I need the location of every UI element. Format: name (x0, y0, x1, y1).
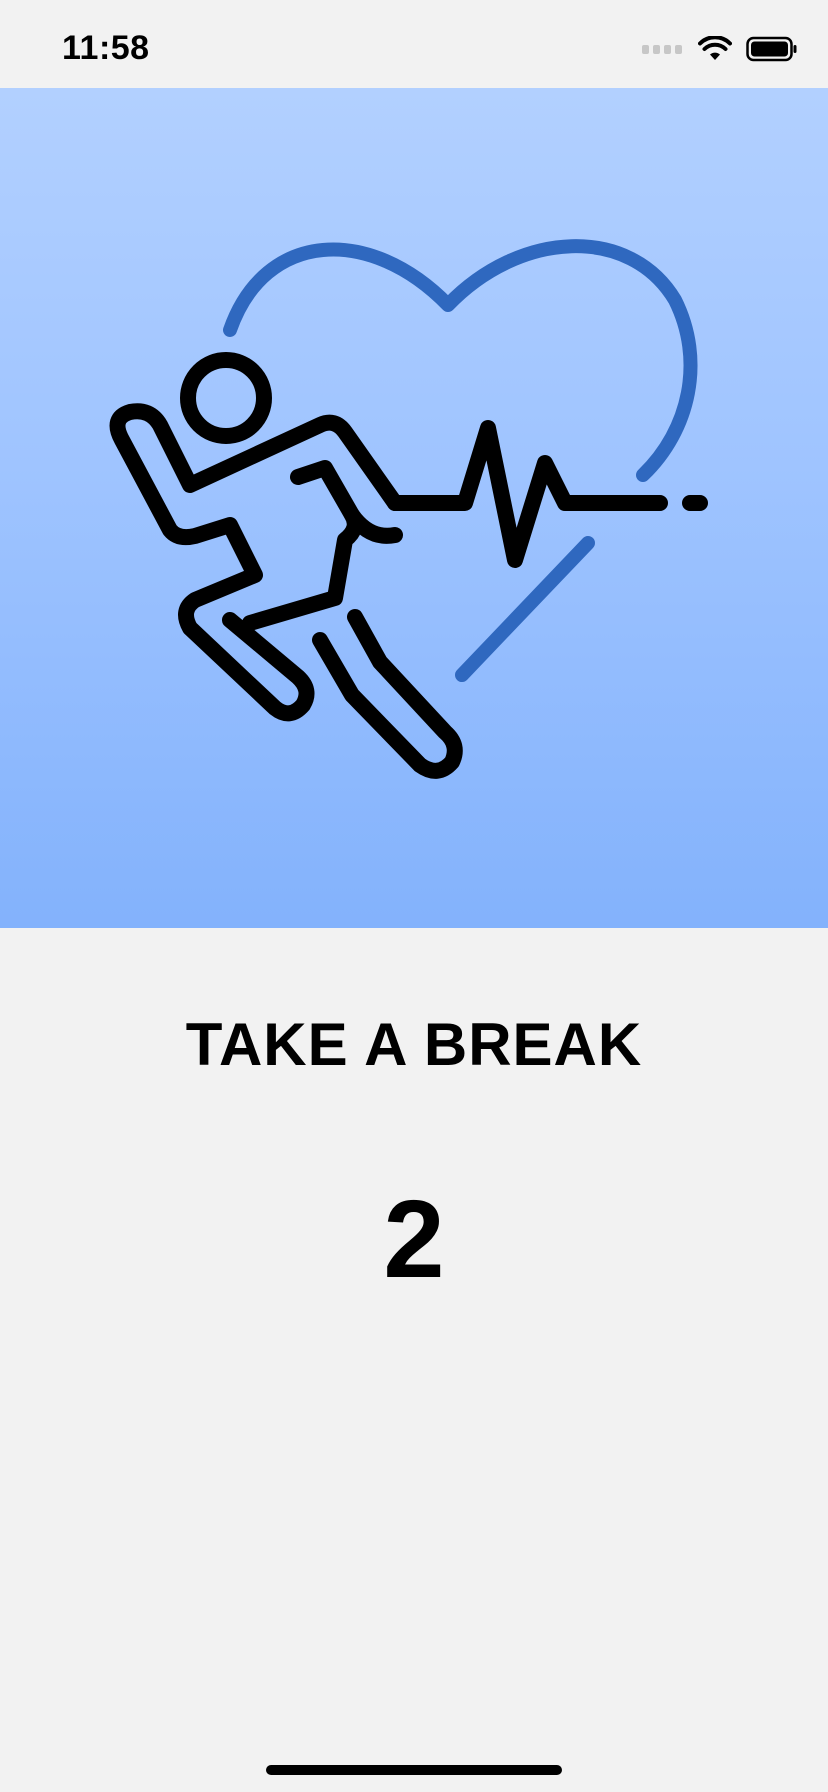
status-time: 11:58 (62, 29, 150, 67)
battery-icon (746, 36, 797, 62)
status-bar: 11:58 (0, 0, 828, 88)
hero-banner (0, 88, 828, 928)
cellular-signal-icon (642, 44, 682, 54)
status-indicators (642, 34, 798, 64)
running-person-heart-icon (109, 239, 708, 779)
home-indicator[interactable] (266, 1765, 562, 1775)
page-title: TAKE A BREAK (185, 1011, 643, 1078)
wifi-icon (698, 36, 732, 60)
break-counter: 2 (383, 1178, 445, 1301)
